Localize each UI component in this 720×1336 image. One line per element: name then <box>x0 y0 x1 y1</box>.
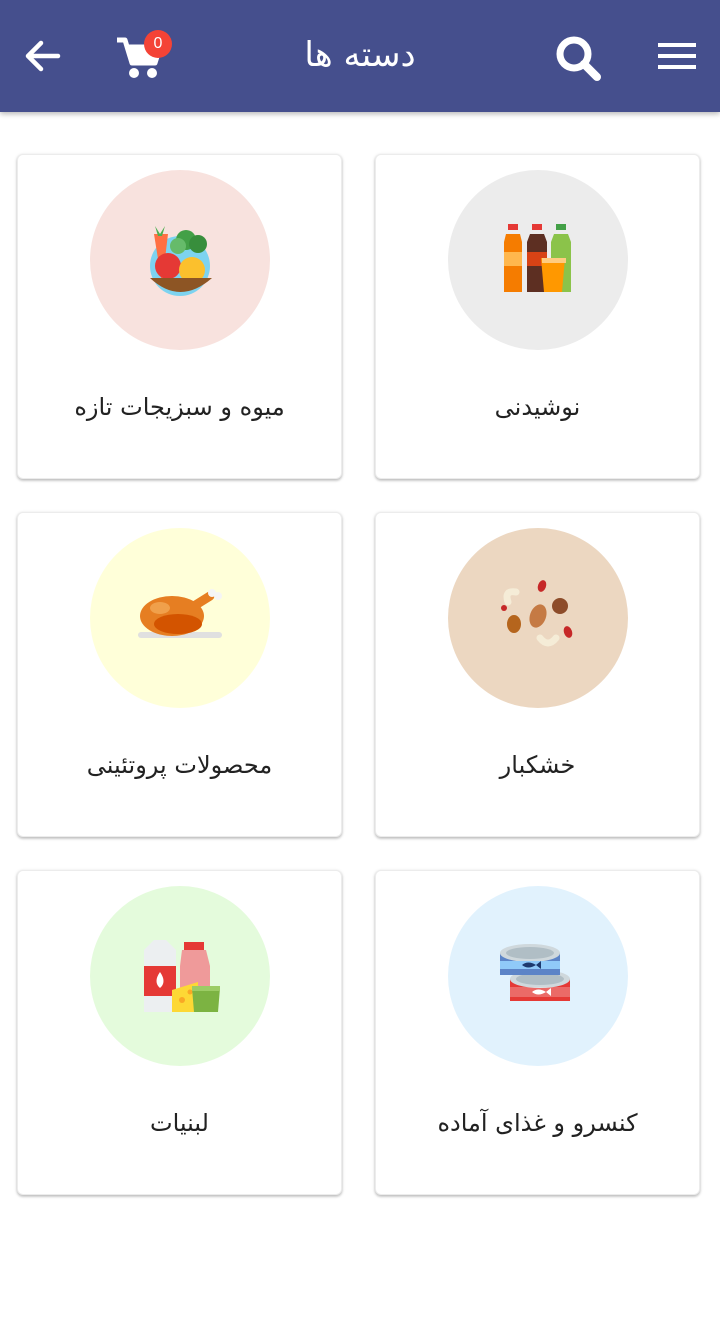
category-card-beverages[interactable]: نوشیدنی <box>375 154 700 479</box>
roast-chicken-icon <box>138 589 222 638</box>
category-label: خشکبار <box>499 751 576 779</box>
hamburger-menu-icon <box>658 43 696 69</box>
category-label: نوشیدنی <box>494 393 581 421</box>
fruits-vegetables-icon <box>150 226 212 296</box>
category-label: کنسرو و غذای آماده <box>437 1109 638 1137</box>
category-image <box>448 170 628 350</box>
search-button[interactable] <box>548 30 608 86</box>
dairy-icon <box>144 940 220 1012</box>
search-icon <box>556 36 601 81</box>
category-label: محصولات پروتئینی <box>86 751 273 779</box>
page-title: دسته ها <box>304 35 416 75</box>
nuts-icon <box>501 580 573 647</box>
category-label: میوه و سبزیجات تازه <box>74 393 285 421</box>
category-card-nuts[interactable]: خشکبار <box>375 512 700 837</box>
category-card-protein[interactable]: محصولات پروتئینی <box>17 512 342 837</box>
menu-button[interactable] <box>650 32 704 80</box>
category-image <box>448 886 628 1066</box>
canned-food-icon <box>500 944 570 1001</box>
app-bar: 0 دسته ها <box>0 0 720 112</box>
category-card-fruits-vegetables[interactable]: میوه و سبزیجات تازه <box>17 154 342 479</box>
arrow-left-icon <box>25 40 61 72</box>
cart-count-badge: 0 <box>144 30 172 58</box>
category-image <box>90 886 270 1066</box>
category-label: لبنیات <box>150 1109 209 1137</box>
category-card-dairy[interactable]: لبنیات <box>17 870 342 1195</box>
beverages-icon <box>504 224 571 292</box>
category-image <box>90 170 270 350</box>
category-image <box>448 528 628 708</box>
category-image <box>90 528 270 708</box>
category-card-canned-food[interactable]: کنسرو و غذای آماده <box>375 870 700 1195</box>
back-button[interactable] <box>16 30 68 82</box>
